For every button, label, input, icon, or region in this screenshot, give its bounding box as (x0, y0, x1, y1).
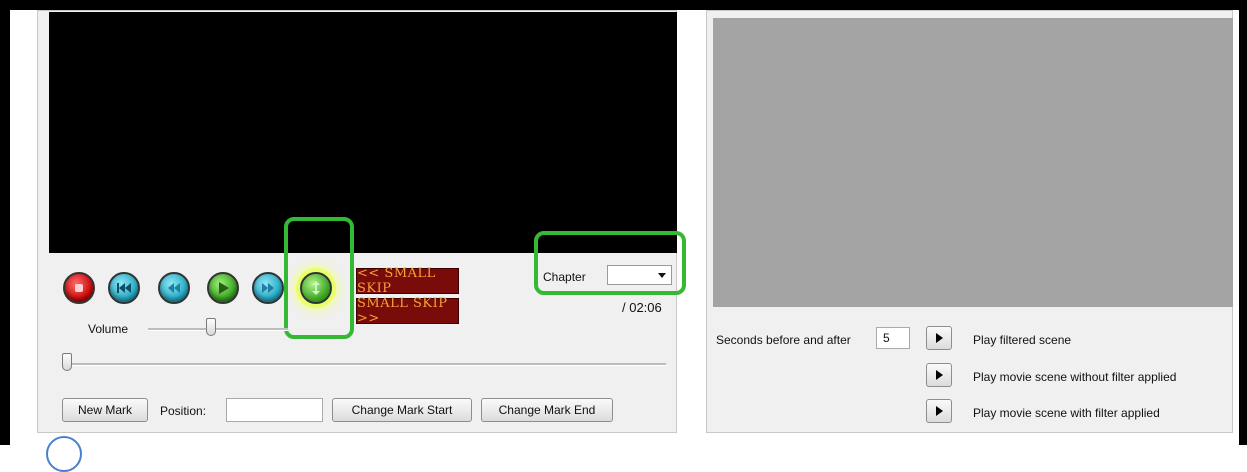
play-without-filter-label: Play movie scene without filter applied (973, 370, 1177, 384)
change-mark-start-label: Change Mark Start (351, 403, 453, 417)
position-slider-thumb[interactable] (62, 353, 72, 371)
play-icon (935, 370, 943, 380)
small-skip-forward-label: SMALL SKIP >> (357, 296, 448, 326)
play-button[interactable] (207, 272, 239, 304)
stop-icon (73, 282, 85, 294)
video-display[interactable] (49, 12, 677, 253)
volume-slider-thumb[interactable] (206, 318, 216, 336)
position-label: Position: (160, 404, 207, 418)
small-skip-back-button[interactable]: << SMALL SKIP (356, 266, 459, 296)
rewind-icon (166, 282, 182, 294)
change-mark-end-button[interactable]: Change Mark End (481, 398, 613, 422)
play-with-filter-button[interactable] (926, 399, 952, 423)
play-icon (935, 333, 943, 343)
new-mark-label: New Mark (77, 403, 132, 417)
duration-text: / 02:06 (622, 300, 662, 315)
play-filtered-scene-button[interactable] (926, 326, 952, 350)
window-frame-right (1239, 0, 1247, 445)
small-skip-forward-button[interactable]: SMALL SKIP >> (356, 296, 459, 326)
play-with-filter-label: Play movie scene with filter applied (973, 406, 1160, 420)
seconds-label: Seconds before and after (716, 333, 851, 347)
fast-forward-button[interactable] (252, 272, 284, 304)
taskbar-orb-icon (46, 436, 82, 472)
seconds-input[interactable]: 5 (876, 327, 910, 349)
play-without-filter-button[interactable] (926, 363, 952, 387)
fast-forward-icon (260, 282, 276, 294)
new-mark-button[interactable]: New Mark (62, 398, 148, 422)
position-input[interactable] (226, 398, 323, 422)
position-track[interactable] (62, 363, 666, 366)
play-filtered-label: Play filtered scene (973, 333, 1072, 347)
previous-chapter-icon (116, 282, 132, 294)
window-frame-left (0, 0, 10, 445)
volume-label: Volume (88, 322, 129, 336)
small-skip-back-label: << SMALL SKIP (357, 266, 436, 296)
chapter-highlight (534, 231, 686, 295)
volume-track[interactable] (148, 328, 288, 331)
change-mark-end-label: Change Mark End (498, 403, 596, 417)
previous-chapter-button[interactable] (108, 272, 140, 304)
stop-button[interactable] (63, 272, 95, 304)
scene-preview-display (713, 18, 1233, 307)
play-icon (935, 406, 943, 416)
play-icon (216, 281, 230, 295)
frame-step-highlight (284, 217, 354, 339)
window-frame-top (0, 0, 1247, 10)
change-mark-start-button[interactable]: Change Mark Start (332, 398, 472, 422)
rewind-button[interactable] (158, 272, 190, 304)
seconds-value: 5 (883, 331, 890, 345)
